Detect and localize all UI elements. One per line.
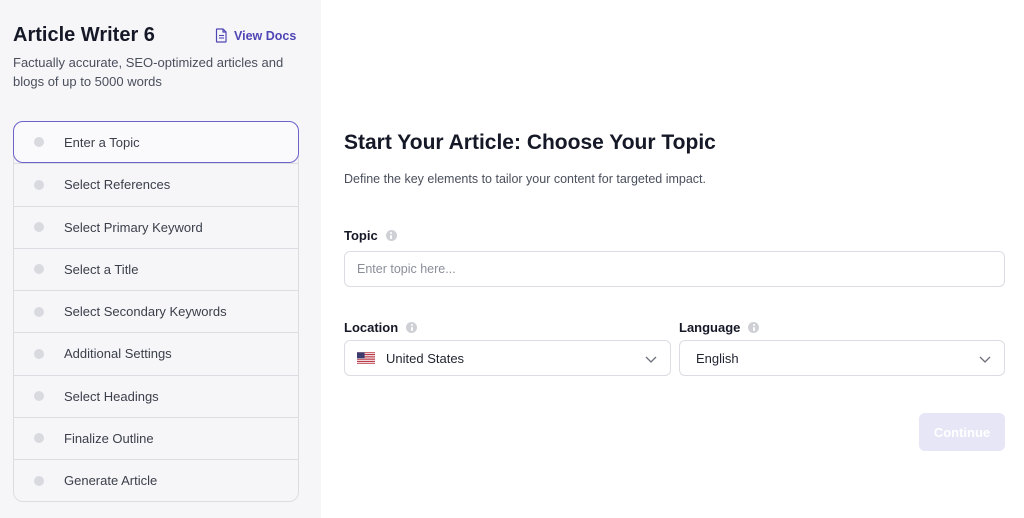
language-select[interactable]: English [679,340,1005,376]
step-label: Select Headings [64,388,159,404]
location-select[interactable]: United States [344,340,671,376]
app-title: Article Writer 6 [13,24,155,46]
continue-button[interactable]: Continue [919,413,1005,451]
sidebar: Article Writer 6 View Docs Factually acc… [0,0,321,518]
main-panel: Start Your Article: Choose Your Topic De… [344,0,1005,518]
step-select-references[interactable]: Select References [14,163,298,205]
step-label: Select a Title [64,261,139,277]
location-label-text: Location [344,320,399,335]
step-label: Generate Article [64,473,158,489]
location-value: United States [386,350,465,366]
location-label: Location [344,320,418,335]
page-title: Start Your Article: Choose Your Topic [344,131,716,154]
step-select-secondary-keywords[interactable]: Select Secondary Keywords [14,290,298,332]
step-label: Additional Settings [64,346,172,362]
step-status-dot-icon [34,264,44,275]
step-generate-article[interactable]: Generate Article [14,459,298,501]
step-label: Finalize Outline [64,430,154,446]
language-value: English [696,350,739,366]
step-label: Select Secondary Keywords [64,304,227,320]
us-flag-icon [357,352,375,364]
step-label: Select References [64,177,171,193]
step-select-a-title[interactable]: Select a Title [14,247,298,290]
document-icon [215,28,228,43]
chevron-down-icon [979,356,991,363]
step-status-dot-icon [34,391,44,402]
step-status-dot-icon [34,348,44,359]
step-status-dot-icon [34,475,44,486]
step-label: Select Primary Keyword [64,219,203,235]
step-enter-a-topic[interactable]: Enter a Topic [13,121,299,164]
topic-label: Topic [344,228,397,243]
step-status-dot-icon [34,306,44,317]
page-subtitle: Define the key elements to tailor your c… [344,172,706,186]
chevron-down-icon [645,356,657,363]
language-label: Language [679,320,760,335]
steps-list: Enter a Topic Select References Select P… [13,121,299,503]
topic-label-text: Topic [344,228,378,243]
step-select-headings[interactable]: Select Headings [14,374,298,417]
step-status-dot-icon [34,222,44,233]
app-description: Factually accurate, SEO-optimized articl… [13,55,284,89]
view-docs-link[interactable]: View Docs [215,28,296,43]
view-docs-label: View Docs [234,28,297,43]
step-status-dot-icon [34,137,44,148]
step-additional-settings[interactable]: Additional Settings [14,332,298,374]
info-icon[interactable] [385,230,397,241]
info-icon[interactable] [748,322,760,333]
step-select-primary-keyword[interactable]: Select Primary Keyword [14,205,298,248]
info-icon[interactable] [406,322,418,333]
step-finalize-outline[interactable]: Finalize Outline [14,416,298,459]
step-label: Enter a Topic [64,134,140,150]
step-status-dot-icon [34,433,44,444]
step-status-dot-icon [34,179,44,190]
language-label-text: Language [679,320,741,335]
topic-input[interactable] [344,251,1005,287]
